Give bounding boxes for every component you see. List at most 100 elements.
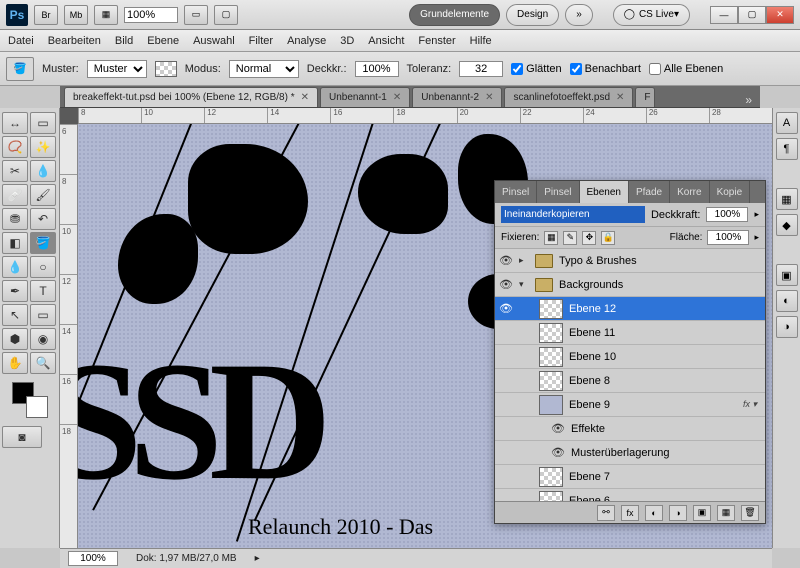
chevron-icon[interactable]: ▸ xyxy=(754,209,759,220)
rail-swatches-icon[interactable]: ▦ xyxy=(776,188,798,210)
close-icon[interactable]: ✕ xyxy=(616,92,624,103)
tolerance-input[interactable] xyxy=(459,61,503,77)
3d-camera-icon[interactable]: ◉ xyxy=(30,328,56,350)
layer-fx[interactable]: 👁Musterüberlagerung xyxy=(495,441,765,465)
layer-item[interactable]: Ebene 9fx ▾ xyxy=(495,393,765,417)
zoom-tool-icon[interactable]: 🔍 xyxy=(30,352,56,374)
hand-tool-icon[interactable]: ✋ xyxy=(2,352,28,374)
panel-tab[interactable]: Kopie xyxy=(710,181,751,203)
cslive-button[interactable]: ◯ CS Live ▾ xyxy=(613,4,690,26)
wand-tool-icon[interactable]: ✨ xyxy=(30,136,56,158)
move-tool-icon[interactable]: ↔ xyxy=(2,112,28,134)
expand-icon[interactable]: ▾ xyxy=(519,279,529,290)
layer-item[interactable]: Ebene 8 xyxy=(495,369,765,393)
color-wells[interactable] xyxy=(12,382,48,418)
panel-tab[interactable]: Pfade xyxy=(629,181,670,203)
blend-mode-select[interactable] xyxy=(501,206,645,223)
doc-tab[interactable]: Unbenannt-1✕ xyxy=(320,87,410,107)
minibridge-button[interactable]: Mb xyxy=(64,5,88,25)
path-select-icon[interactable]: ↖ xyxy=(2,304,28,326)
fx-icon[interactable]: fx xyxy=(621,505,639,521)
eye-icon[interactable]: 👁 xyxy=(551,446,565,460)
lock-position-icon[interactable]: ✥ xyxy=(582,231,596,245)
type-tool-icon[interactable]: T xyxy=(30,280,56,302)
bridge-button[interactable]: Br xyxy=(34,5,58,25)
eye-icon[interactable]: 👁 xyxy=(499,278,513,292)
menu-analyse[interactable]: Analyse xyxy=(287,35,326,47)
rail-mask-icon[interactable]: ◐ xyxy=(776,290,798,312)
workspace-more[interactable]: » xyxy=(565,4,593,26)
panel-tab-ebenen[interactable]: Ebenen xyxy=(580,181,629,203)
fill-input[interactable] xyxy=(707,230,749,245)
menu-ebene[interactable]: Ebene xyxy=(147,35,179,47)
history-brush-icon[interactable]: ↶ xyxy=(30,208,56,230)
layer-item[interactable]: Ebene 11 xyxy=(495,321,765,345)
rail-adjust-icon[interactable]: ◑ xyxy=(776,316,798,338)
doc-tab[interactable]: F xyxy=(635,87,655,107)
layer-item[interactable]: Ebene 6 xyxy=(495,489,765,501)
close-icon[interactable]: ✕ xyxy=(301,92,309,103)
menu-bearbeiten[interactable]: Bearbeiten xyxy=(48,35,101,47)
eye-icon[interactable] xyxy=(499,374,513,388)
link-layers-icon[interactable]: ⚯ xyxy=(597,505,615,521)
trash-icon[interactable]: 🗑 xyxy=(741,505,759,521)
layer-fx[interactable]: 👁Effekte xyxy=(495,417,765,441)
fx-badge[interactable]: fx ▾ xyxy=(743,399,761,410)
layer-group[interactable]: 👁▾Backgrounds xyxy=(495,273,765,297)
tab-scroll[interactable]: » xyxy=(741,93,756,107)
eye-icon[interactable]: 👁 xyxy=(499,254,513,268)
eyedropper-tool-icon[interactable]: 💧 xyxy=(30,160,56,182)
menu-ansicht[interactable]: Ansicht xyxy=(368,35,404,47)
eye-icon[interactable] xyxy=(499,326,513,340)
layer-item[interactable]: Ebene 10 xyxy=(495,345,765,369)
new-layer-icon[interactable]: ▦ xyxy=(717,505,735,521)
opacity-input[interactable] xyxy=(355,61,399,77)
dodge-tool-icon[interactable]: ○ xyxy=(30,256,56,278)
3d-tool-icon[interactable]: ⬢ xyxy=(2,328,28,350)
view-extras-button[interactable]: ▦ xyxy=(94,5,118,25)
mask-icon[interactable]: ◐ xyxy=(645,505,663,521)
panel-tab[interactable]: Pinsel xyxy=(495,181,537,203)
stamp-tool-icon[interactable]: ⛃ xyxy=(2,208,28,230)
eye-icon[interactable]: 👁 xyxy=(499,302,513,316)
bucket-tool-icon[interactable]: 🪣 xyxy=(6,57,34,81)
lock-pixels-icon[interactable]: ✎ xyxy=(563,231,577,245)
adjustment-icon[interactable]: ◑ xyxy=(669,505,687,521)
doc-tab[interactable]: Unbenannt-2✕ xyxy=(412,87,502,107)
eye-icon[interactable] xyxy=(499,350,513,364)
panel-tab[interactable]: Pinsel xyxy=(537,181,579,203)
layer-group[interactable]: 👁▸Typo & Brushes xyxy=(495,249,765,273)
marquee-tool-icon[interactable]: ▭ xyxy=(30,112,56,134)
layer-item-selected[interactable]: 👁Ebene 12 xyxy=(495,297,765,321)
maximize-button[interactable]: ▢ xyxy=(738,6,766,24)
close-icon[interactable]: ✕ xyxy=(393,92,401,103)
minimize-button[interactable]: — xyxy=(710,6,738,24)
panel-tab[interactable]: Korre xyxy=(670,181,709,203)
workspace-design[interactable]: Design xyxy=(506,4,559,26)
bucket-tool-icon[interactable]: 🪣 xyxy=(30,232,56,254)
lasso-tool-icon[interactable]: 📿 xyxy=(2,136,28,158)
layer-opacity-input[interactable] xyxy=(706,207,748,222)
eraser-tool-icon[interactable]: ◧ xyxy=(2,232,28,254)
blur-tool-icon[interactable]: 💧 xyxy=(2,256,28,278)
menu-datei[interactable]: Datei xyxy=(8,35,34,47)
expand-icon[interactable]: ▸ xyxy=(519,255,529,266)
pen-tool-icon[interactable]: ✒ xyxy=(2,280,28,302)
menu-fenster[interactable]: Fenster xyxy=(418,35,455,47)
workspace-active[interactable]: Grundelemente xyxy=(409,4,500,26)
antialias-checkbox[interactable]: Glätten xyxy=(511,63,561,75)
heal-tool-icon[interactable]: 🩹 xyxy=(2,184,28,206)
zoom-select[interactable] xyxy=(124,7,178,23)
chevron-icon[interactable]: ▸ xyxy=(754,232,759,243)
eye-icon[interactable] xyxy=(499,494,513,502)
rail-styles-icon[interactable]: ◆ xyxy=(776,214,798,236)
pattern-swatch[interactable] xyxy=(155,61,177,77)
background-color[interactable] xyxy=(26,396,48,418)
all-layers-checkbox[interactable]: Alle Ebenen xyxy=(649,63,723,75)
screenmode-button[interactable]: ▢ xyxy=(214,5,238,25)
menu-auswahl[interactable]: Auswahl xyxy=(193,35,235,47)
modus-select[interactable]: Normal xyxy=(229,60,299,78)
new-group-icon[interactable]: ▣ xyxy=(693,505,711,521)
close-button[interactable]: ✕ xyxy=(766,6,794,24)
layer-item[interactable]: Ebene 7 xyxy=(495,465,765,489)
